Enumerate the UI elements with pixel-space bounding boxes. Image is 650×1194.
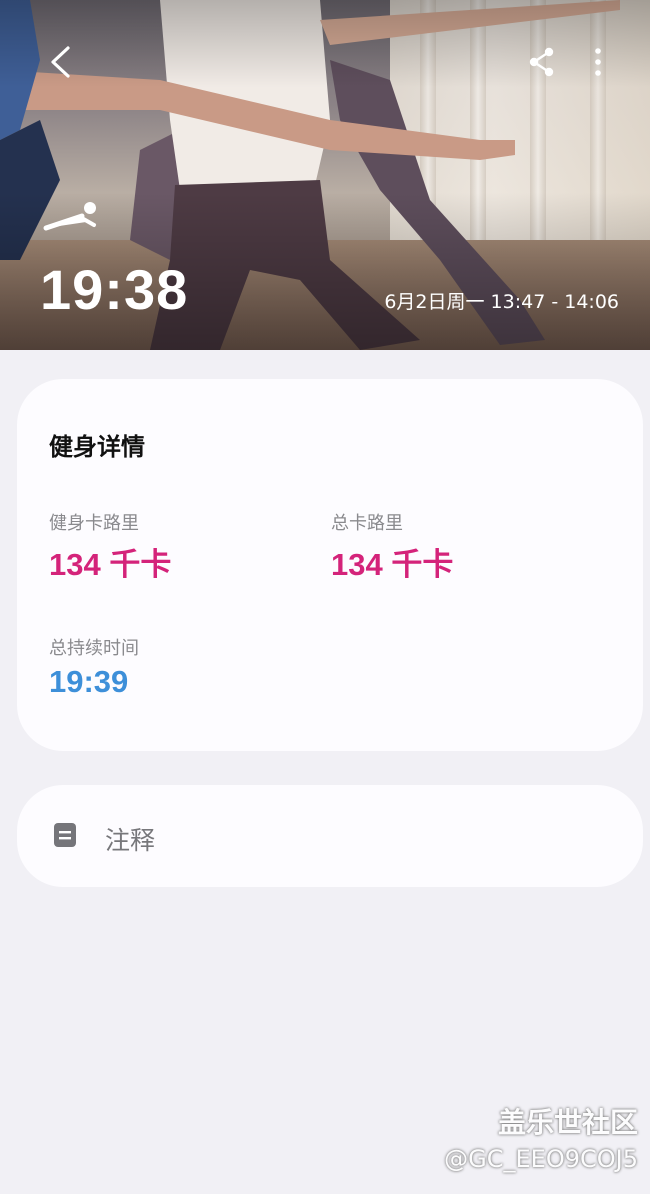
- watermark-user: @GC_EEO9COJ5: [444, 1145, 638, 1173]
- card-title: 健身详情: [49, 433, 145, 461]
- more-vertical-icon: [595, 48, 601, 76]
- workout-date-range: 6月2日周一 13:47 - 14:06: [384, 291, 619, 313]
- total-duration-label: 总持续时间: [49, 638, 139, 659]
- notes-label: 注释: [105, 826, 156, 855]
- share-icon: [529, 47, 554, 77]
- total-calories-label: 总卡路里: [331, 513, 403, 534]
- workout-calories-label: 健身卡路里: [49, 513, 139, 534]
- workout-details-card: 健身详情 健身卡路里 134 千卡 总卡路里 134 千卡 总持续时间 19:3…: [17, 379, 643, 751]
- share-button[interactable]: [520, 40, 564, 84]
- watermark-community: 盖乐世社区: [497, 1106, 638, 1139]
- notes-card[interactable]: 注释: [17, 785, 643, 887]
- workout-calories-value: 134 千卡: [49, 547, 172, 582]
- chevron-left-icon: [51, 46, 70, 78]
- more-options-button[interactable]: [578, 40, 618, 84]
- note-icon: [53, 821, 77, 849]
- back-button[interactable]: [38, 40, 82, 84]
- total-calories-value: 134 千卡: [331, 547, 454, 582]
- total-duration-value: 19:39: [49, 664, 129, 699]
- workout-duration: 19:38: [40, 258, 189, 321]
- plank-exercise-icon: [40, 196, 104, 236]
